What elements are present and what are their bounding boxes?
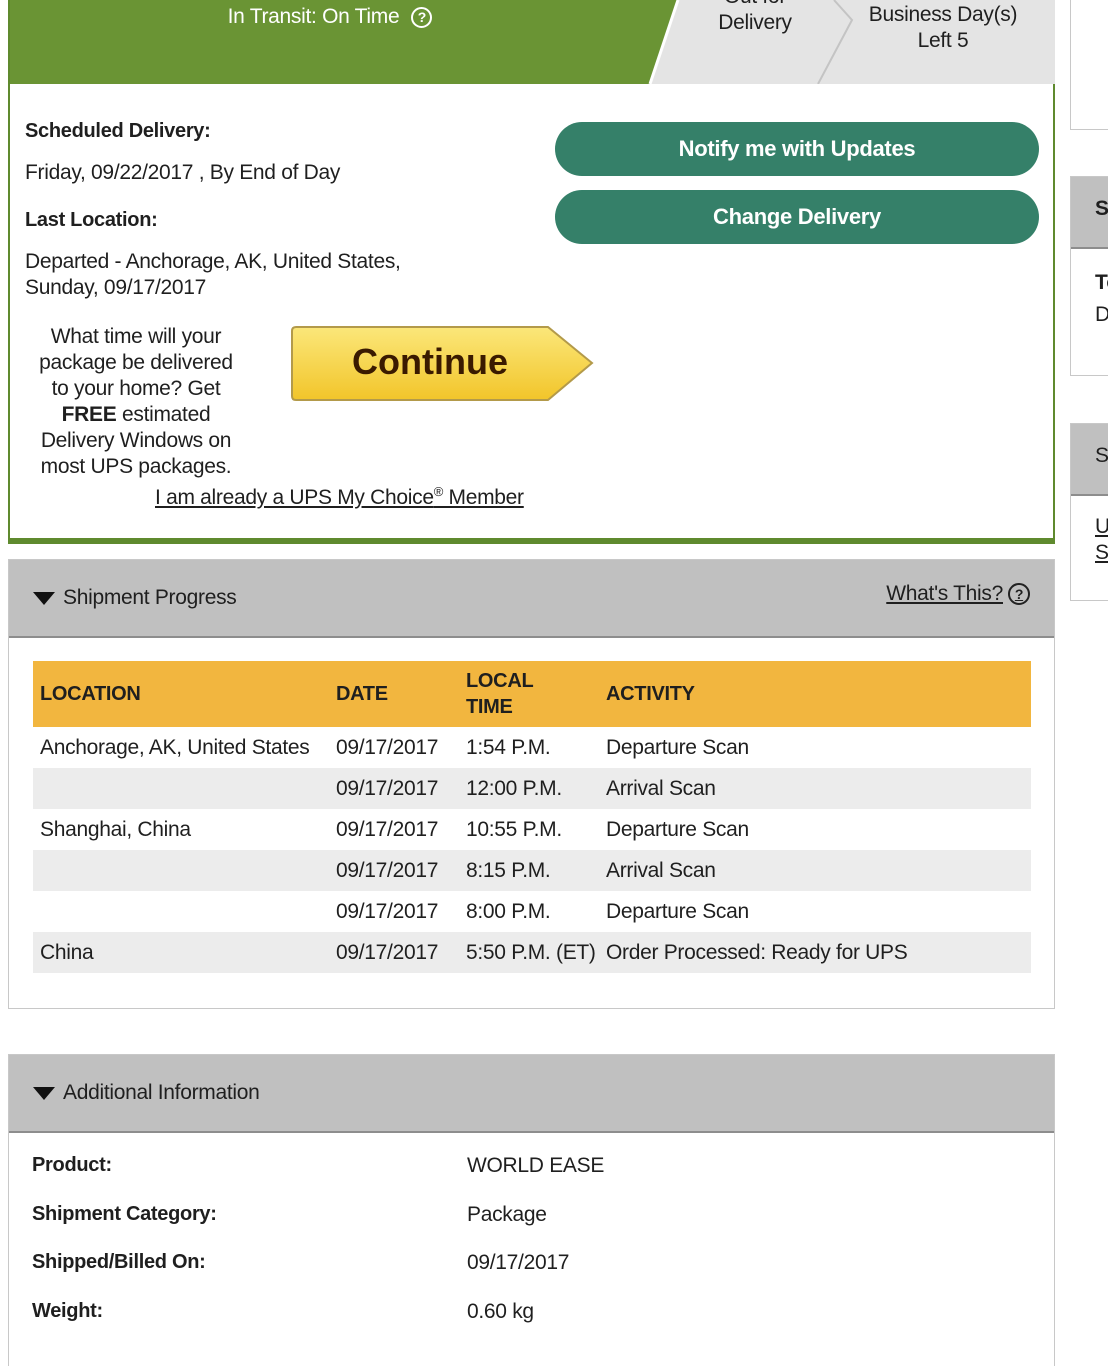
cell-date: 09/17/2017 — [336, 858, 439, 882]
cell-location — [33, 850, 329, 891]
cell-time: 8:15 P.M. — [466, 858, 551, 882]
delivery-progress-bar: In Transit: On Time ? Out for Delivery B… — [10, 0, 1055, 84]
sidebar-box-shipment: Sh To D — [1070, 176, 1108, 376]
change-delivery-button[interactable]: Change Delivery — [555, 190, 1039, 244]
status-active-label: In Transit: On Time — [227, 5, 400, 28]
member-link-pre: I am already a UPS My Choice — [155, 486, 434, 509]
cell-location — [33, 891, 329, 932]
sidebar-box-top — [1070, 0, 1108, 130]
cell-location: Shanghai, China — [40, 817, 191, 841]
additional-information-panel: Additional Information Product: WORLD EA… — [8, 1054, 1055, 1366]
sidebar-box-shipment-line2: D — [1095, 303, 1108, 326]
product-value: WORLD EASE — [467, 1154, 605, 1177]
col-local-time: LOCAL TIME — [459, 661, 599, 727]
my-choice-member-link[interactable]: I am already a UPS My Choice® Member — [155, 484, 524, 510]
notify-updates-button[interactable]: Notify me with Updates — [555, 122, 1039, 176]
additional-information-title: Additional Information — [63, 1081, 260, 1104]
promo-text-bold: FREE — [61, 403, 117, 426]
last-location-label: Last Location: — [25, 209, 158, 231]
table-row: 09/17/2017 12:00 P.M. Arrival Scan — [33, 768, 1031, 809]
whats-this-label: What's This? — [886, 582, 1003, 605]
shipment-category-value: Package — [467, 1203, 547, 1226]
cell-time: 12:00 P.M. — [466, 776, 562, 800]
sidebar-box-shipment-body: To D — [1071, 249, 1108, 331]
cell-activity: Departure Scan — [606, 817, 749, 841]
weight-label: Weight: — [32, 1300, 103, 1322]
table-row: 09/17/2017 8:15 P.M. Arrival Scan — [33, 850, 1031, 891]
col-location: LOCATION — [40, 683, 141, 705]
cell-activity: Departure Scan — [606, 735, 749, 759]
col-date: DATE — [336, 683, 388, 705]
shipped-billed-label: Shipped/Billed On: — [32, 1251, 206, 1273]
table-row: Anchorage, AK, United States 09/17/2017 … — [33, 727, 1031, 768]
cell-date: 09/17/2017 — [336, 735, 439, 759]
cell-date: 09/17/2017 — [336, 776, 439, 800]
col-local-time-label: LOCAL TIME — [466, 670, 534, 718]
shipment-progress-title: Shipment Progress — [63, 586, 237, 609]
cell-location: China — [40, 940, 94, 964]
whats-this-link[interactable]: What's This? ? — [886, 582, 1030, 606]
continue-button[interactable]: Continue — [290, 325, 596, 403]
sidebar-box-services-head: Se — [1071, 424, 1108, 496]
table-header-row: LOCATION DATE LOCAL TIME ACTIVITY — [33, 661, 1031, 727]
cell-location: Anchorage, AK, United States — [40, 735, 310, 759]
cell-activity: Arrival Scan — [606, 776, 716, 800]
table-row: China 09/17/2017 5:50 P.M. (ET) Order Pr… — [33, 932, 1031, 973]
table-row: Shanghai, China 09/17/2017 10:55 P.M. De… — [33, 809, 1031, 850]
step-out-for-delivery: Out for Delivery — [718, 0, 792, 34]
scheduled-delivery-label: Scheduled Delivery: — [25, 120, 211, 142]
continue-label: Continue — [352, 341, 508, 382]
shipped-billed-value: 09/17/2017 — [467, 1251, 570, 1274]
cell-date: 09/17/2017 — [336, 899, 439, 923]
cell-activity: Arrival Scan — [606, 858, 716, 882]
collapse-triangle-icon — [33, 591, 55, 605]
step-business-days-left: Business Day(s) Left 5 — [868, 3, 1018, 52]
help-icon[interactable]: ? — [411, 6, 433, 28]
cell-date: 09/17/2017 — [336, 817, 439, 841]
shipment-status-card: In Transit: On Time ? Out for Delivery B… — [8, 0, 1055, 544]
sidebar-box-services-line2: Sa — [1095, 541, 1108, 564]
weight-value: 0.60 kg — [467, 1300, 534, 1323]
cell-time: 8:00 P.M. — [466, 899, 551, 923]
member-link-post: Member — [443, 486, 525, 509]
product-label: Product: — [32, 1154, 112, 1176]
cell-location — [33, 768, 329, 809]
cell-time: 10:55 P.M. — [466, 817, 562, 841]
col-activity: ACTIVITY — [606, 683, 695, 705]
cell-activity: Order Processed: Ready for UPS — [606, 940, 908, 964]
status-in-transit: In Transit: On Time ? — [10, 0, 650, 34]
cell-time: 1:54 P.M. — [466, 735, 551, 759]
shipment-category-label: Shipment Category: — [32, 1203, 217, 1225]
member-link-sup: ® — [433, 484, 444, 499]
collapse-triangle-icon — [33, 1086, 55, 1100]
table-row: 09/17/2017 8:00 P.M. Departure Scan — [33, 891, 1031, 932]
sidebar-box-services-line1: U — [1095, 515, 1108, 538]
additional-information-toggle[interactable]: Additional Information — [9, 1055, 1054, 1133]
sidebar-box-shipment-head: Sh — [1071, 177, 1108, 249]
last-location-line2: Sunday, 09/17/2017 — [25, 276, 207, 299]
scheduled-delivery-value: Friday, 09/22/2017 , By End of Day — [25, 161, 341, 184]
help-icon: ? — [1008, 583, 1030, 605]
shipment-progress-panel: Shipment Progress What's This? ? LOCATIO… — [8, 559, 1055, 1009]
cell-date: 09/17/2017 — [336, 940, 439, 964]
promo-text-before: What time will your package be delivered… — [39, 325, 233, 400]
sidebar-box-shipment-line1: To — [1095, 271, 1108, 294]
cell-activity: Departure Scan — [606, 899, 749, 923]
my-choice-promo-text: What time will your package be delivered… — [30, 324, 242, 480]
sidebar-box-services-link[interactable]: U Sa — [1071, 496, 1108, 566]
sidebar-box-services: Se U Sa — [1070, 423, 1108, 601]
cell-time: 5:50 P.M. (ET) — [466, 940, 596, 964]
shipment-progress-table: LOCATION DATE LOCAL TIME ACTIVITY Anchor… — [33, 661, 1031, 973]
last-location-line1: Departed - Anchorage, AK, United States, — [25, 250, 401, 273]
